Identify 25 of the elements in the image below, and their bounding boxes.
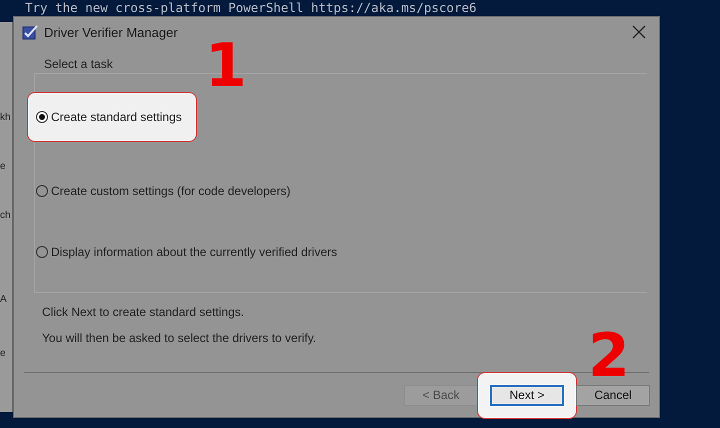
option-label: Display information about the currently verified drivers [51,244,338,259]
step-number: 1 [205,44,247,89]
radio-option[interactable]: Create custom settings (for code developers) [27,178,300,203]
radio-button[interactable] [36,184,48,197]
window-title: Driver Verifier Manager [44,24,179,40]
radio-option[interactable]: Display information about the currently verified drivers [27,240,346,264]
close-icon[interactable] [631,24,647,40]
step-number: 2 [588,334,630,379]
next-button[interactable]: Next > [490,384,564,406]
window-text: kh [0,112,11,123]
option-label: Create standard settings [51,110,182,124]
checkbox-tick-icon [22,24,38,40]
info-text: Click Next to create standard settings. [42,305,244,319]
radio-button[interactable] [36,246,48,258]
window-text: e [0,161,6,172]
console-text: Try the new cross-platform PowerShell https://aka.ms/pscore6 [25,1,477,15]
radio-button[interactable] [36,111,48,124]
group-label: Select a task [44,57,113,71]
cancel-button[interactable]: Cancel [576,384,650,406]
info-text: You will then be asked to select the drivers to verify. [42,331,316,345]
window-text: e [0,348,6,359]
highlighted-radio-option[interactable]: Create standard settings [27,92,197,142]
window-text: ch [0,210,11,221]
option-label: Create custom settings (for code developers) [51,184,290,198]
window-text: A [0,294,7,305]
